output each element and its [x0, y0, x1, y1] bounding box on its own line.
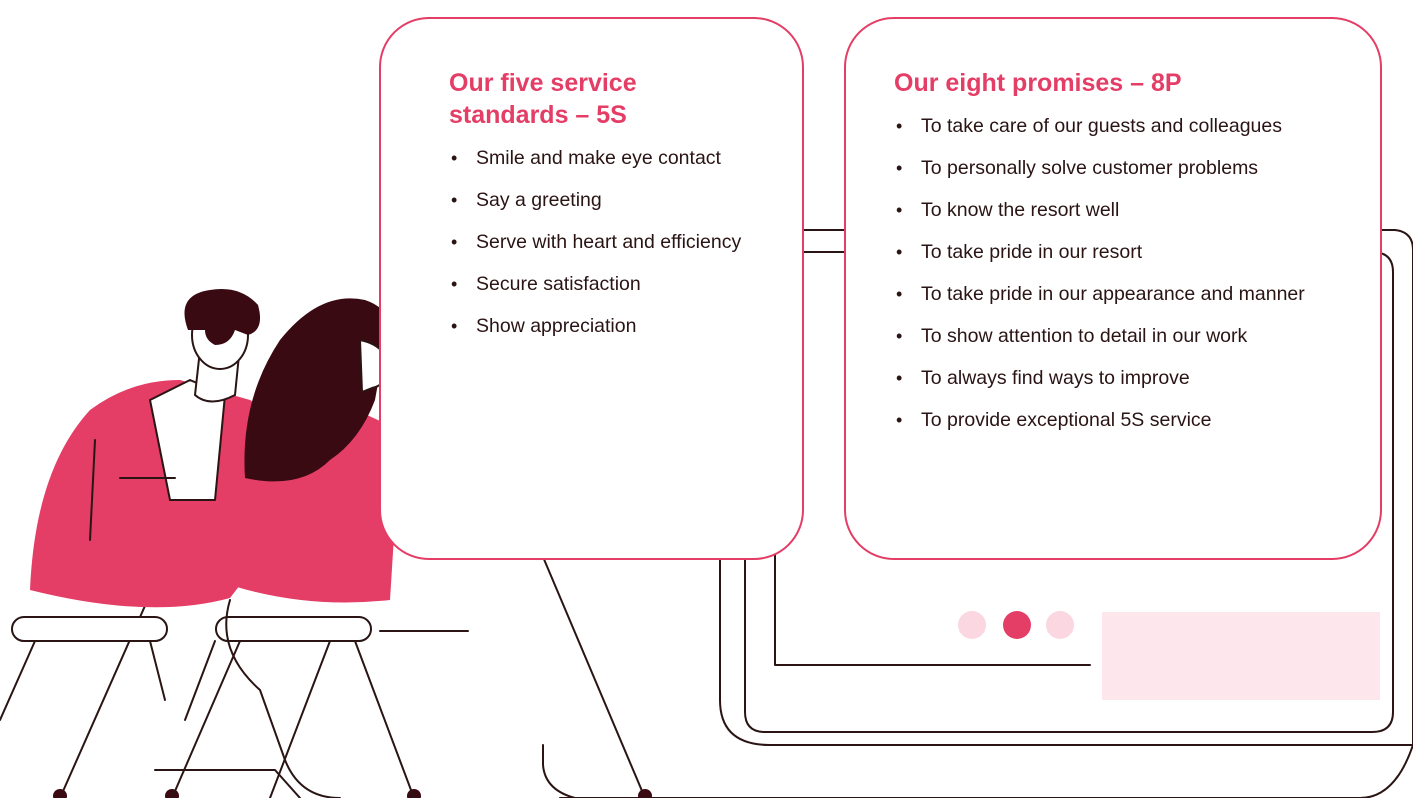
bullet-icon: • — [896, 410, 903, 430]
desk-leg — [534, 537, 646, 798]
list-item-text: Smile and make eye contact — [476, 147, 721, 169]
list-item: • To take pride in our appearance and man… — [894, 279, 1360, 309]
eight-promises-title: Our eight promises – 8P — [894, 69, 1182, 97]
list-item: • Smile and make eye contact — [449, 143, 772, 173]
eight-promises-card: Our eight promises – 8P • To take care of… — [844, 17, 1382, 560]
bullet-icon: • — [451, 148, 458, 168]
laptop-screen-panel — [1102, 612, 1380, 700]
bullet-icon: • — [896, 326, 903, 346]
bullet-icon: • — [451, 274, 458, 294]
list-item-text: To personally solve customer problems — [921, 157, 1259, 179]
bullet-icon: • — [451, 232, 458, 252]
list-item-text: To show attention to detail in our work — [921, 325, 1248, 347]
bullet-icon: • — [451, 316, 458, 336]
list-item-text: To provide exceptional 5S service — [921, 409, 1212, 431]
list-item-text: Secure satisfaction — [476, 273, 641, 295]
bullet-icon: • — [896, 242, 903, 262]
bullet-icon: • — [896, 284, 903, 304]
list-item: • To always find ways to improve — [894, 363, 1360, 393]
five-standards-card: Our five service standards – 5S • Smile a… — [379, 17, 804, 560]
bullet-icon: • — [896, 158, 903, 178]
carousel-dots — [958, 611, 1074, 639]
stools — [0, 616, 469, 798]
bullet-icon: • — [896, 368, 903, 388]
list-item: • Secure satisfaction — [449, 269, 772, 299]
list-item-text: Say a greeting — [476, 189, 602, 211]
bullet-icon: • — [896, 116, 903, 136]
list-item-text: To take care of our guests and colleague… — [921, 115, 1282, 137]
list-item-text: Show appreciation — [476, 315, 637, 337]
list-item-text: To always find ways to improve — [921, 367, 1190, 389]
five-standards-title: Our five service standards – 5S — [449, 69, 637, 129]
list-item-text: To take pride in our resort — [921, 241, 1143, 263]
list-item: • To show attention to detail in our work — [894, 321, 1360, 351]
list-item: • To provide exceptional 5S service — [894, 405, 1360, 435]
list-item-text: To know the resort well — [921, 199, 1120, 221]
list-item: • To know the resort well — [894, 195, 1360, 225]
list-item: • To take care of our guests and colleagu… — [894, 111, 1360, 141]
list-item-text: Serve with heart and efficiency — [476, 231, 742, 253]
list-item: • To personally solve customer problems — [894, 153, 1360, 183]
list-item: • To take pride in our resort — [894, 237, 1360, 267]
list-item: • Serve with heart and efficiency — [449, 227, 772, 257]
list-item: • Say a greeting — [449, 185, 772, 215]
bullet-icon: • — [451, 190, 458, 210]
list-item-text: To take pride in our appearance and mann… — [921, 283, 1305, 305]
five-standards-list: • Smile and make eye contact • Say a greet… — [449, 143, 772, 341]
eight-promises-list: • To take care of our guests and colleagu… — [894, 111, 1360, 435]
bullet-icon: • — [896, 200, 903, 220]
list-item: • Show appreciation — [449, 311, 772, 341]
